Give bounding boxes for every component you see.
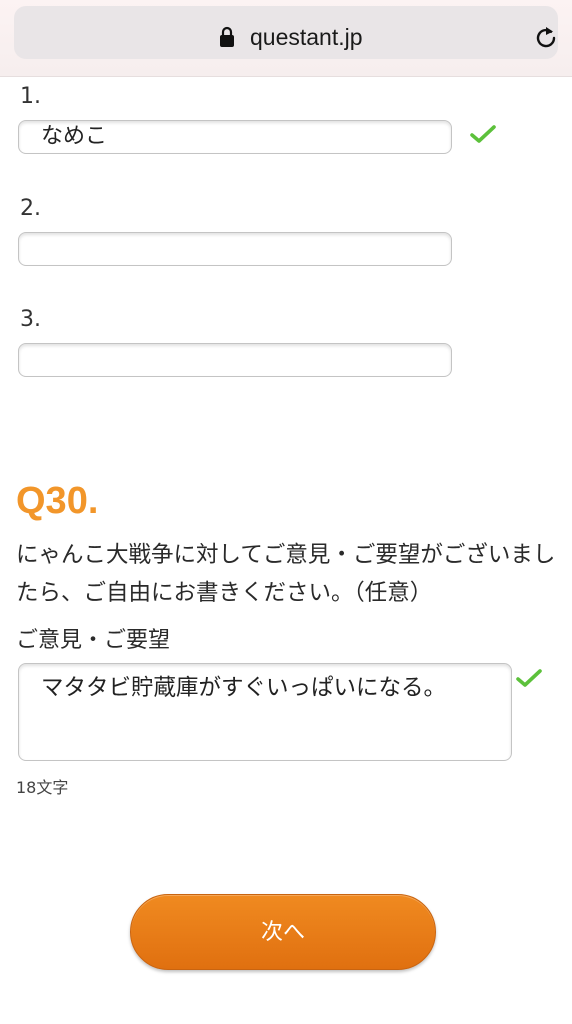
question-text: にゃんこ大戦争に対してご意見・ご要望がございましたら、ご自由にお書きください。（… [16, 542, 556, 606]
answer-1-label: 1. [20, 84, 41, 109]
check-icon [470, 125, 496, 143]
check-icon [516, 669, 542, 687]
answer-2-input[interactable] [18, 232, 452, 266]
answer-1-input[interactable]: なめこ [18, 120, 452, 154]
char-count: 18文字 [16, 778, 69, 797]
question-number: Q30. [16, 480, 99, 522]
url-field[interactable]: questant.jp [14, 6, 558, 59]
opinion-textarea[interactable]: マタタビ貯蔵庫がすぐいっぱいになる。 [18, 663, 512, 761]
next-button[interactable]: 次へ [130, 894, 436, 970]
field-label: ご意見・ご要望 [16, 628, 171, 653]
browser-address-bar: questant.jp [0, 0, 572, 77]
answer-3-input[interactable] [18, 343, 452, 377]
lock-icon [220, 26, 234, 47]
answer-2-label: 2. [20, 196, 41, 221]
reload-icon[interactable] [532, 24, 560, 52]
page: questant.jp 1. なめこ 2. 3. Q30. にゃんこ大戦争に対し… [0, 0, 572, 1024]
url-text: questant.jp [250, 24, 363, 50]
answer-3-label: 3. [20, 307, 41, 332]
